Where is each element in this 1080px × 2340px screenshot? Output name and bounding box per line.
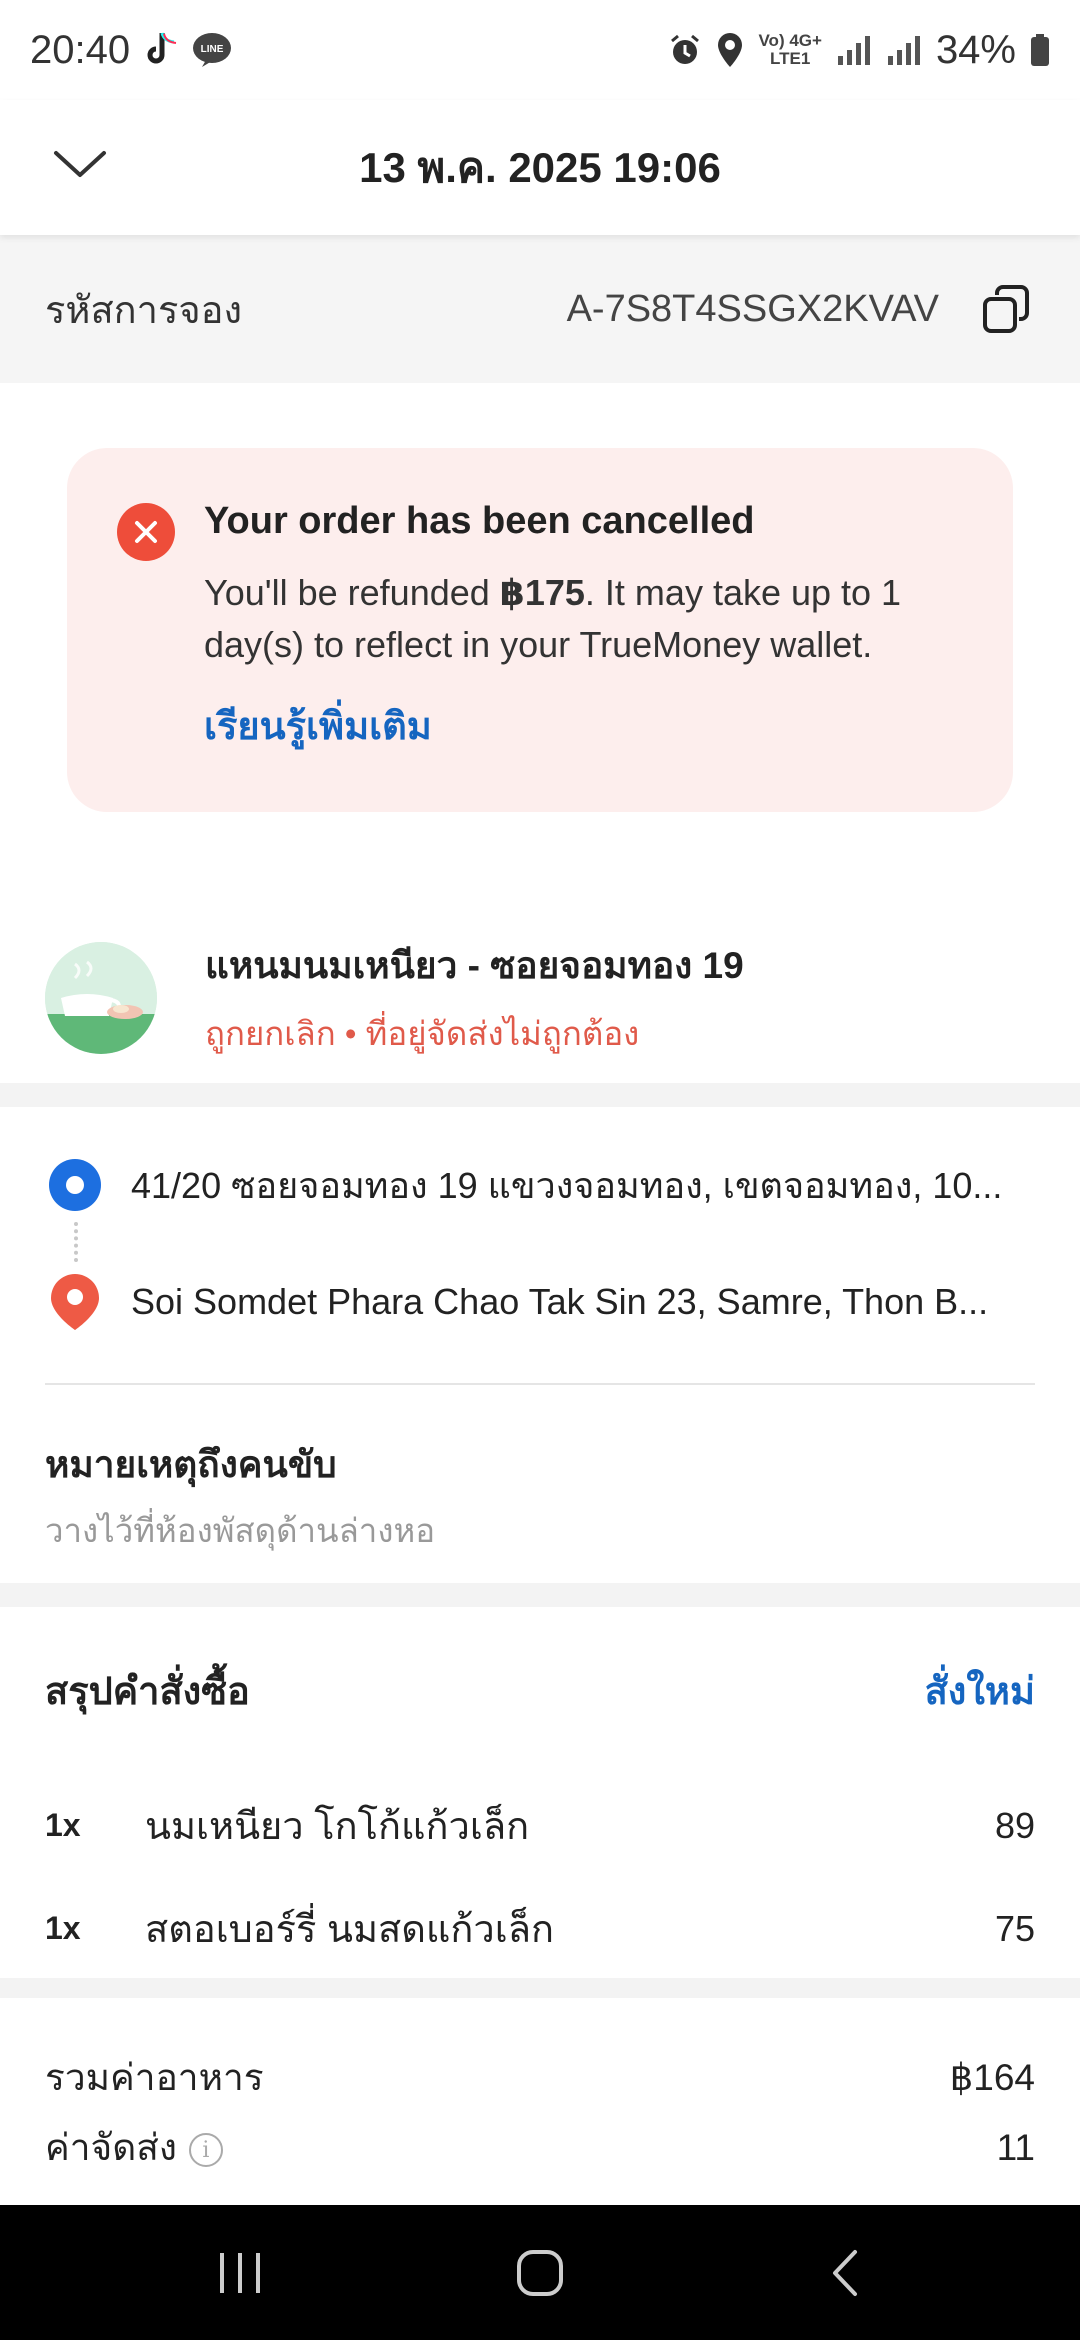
delivery-route: 41/20 ซอยจอมทอง 19 แขวงจอมทอง, เขตจอมทอง… [0, 1107, 1080, 1387]
order-summary-title: สรุปคำสั่งซื้อ [45, 1671, 250, 1713]
order-cancelled-card: Your order has been cancelled You'll be … [67, 448, 1013, 812]
copy-icon[interactable] [979, 281, 1035, 337]
merchant-row[interactable]: แหนมนมเหนียว - ซอยจอมทอง 19 ถูกยกเลิก • … [0, 910, 1080, 1085]
location-icon [716, 32, 744, 68]
route-connector [74, 1222, 78, 1262]
item-name: สตอเบอร์รี่ นมสดแก้วเล็ก [145, 1909, 555, 1951]
learn-more-link[interactable]: เรียนรู้เพิ่มเติม [204, 695, 973, 756]
delivery-fee-value: 11 [996, 2126, 1035, 2168]
section-divider [0, 1583, 1080, 1607]
error-close-icon [117, 503, 175, 561]
battery-percentage: 34% [935, 27, 1016, 72]
item-quantity: 1x [45, 1910, 81, 1946]
section-divider [0, 1083, 1080, 1107]
driver-note-text: วางไว้ที่ห้องพัสดุด้านล่างหอ [45, 1512, 436, 1549]
food-total-label: รวมค่าอาหาร [45, 2057, 264, 2098]
chevron-down-icon[interactable] [50, 135, 110, 195]
map-pin-icon [45, 1272, 105, 1332]
info-icon[interactable]: i [188, 2133, 223, 2168]
order-summary-header: สรุปคำสั่งซื้อ สั่งใหม่ [45, 1660, 1035, 1721]
home-icon[interactable] [500, 2205, 580, 2340]
status-time: 20:40 [30, 27, 131, 72]
pickup-dot-icon [45, 1155, 105, 1215]
line-app-icon: LINE [192, 32, 232, 68]
food-total-value: ฿164 [949, 2057, 1035, 2098]
tiktok-icon [144, 31, 178, 69]
app-header: 13 พ.ค. 2025 19:06 [0, 100, 1080, 235]
booking-code-value: A-7S8T4SSGX2KVAV [566, 287, 939, 330]
order-status-text: ถูกยกเลิก • ที่อยู่จัดส่งไม่ถูกต้อง [205, 1014, 640, 1052]
route-divider [45, 1383, 1035, 1385]
merchant-avatar [45, 941, 157, 1054]
system-navigation-bar [0, 2205, 1080, 2340]
dropoff-row: Soi Somdet Phara Chao Tak Sin 23, Samre,… [45, 1272, 1035, 1332]
booking-code-row: รหัสการจอง A-7S8T4SSGX2KVAV [0, 235, 1080, 383]
booking-code-label: รหัสการจอง [45, 289, 243, 332]
driver-note: หมายเหตุถึงคนขับ วางไว้ที่ห้องพัสดุด้านล… [45, 1435, 1035, 1557]
back-icon[interactable] [805, 2205, 885, 2340]
dropoff-address: Soi Somdet Phara Chao Tak Sin 23, Samre,… [131, 1281, 989, 1322]
refund-amount: ฿175 [499, 572, 585, 613]
cancel-title: Your order has been cancelled [204, 500, 755, 542]
order-item: 1x นมเหนียว โกโก้แก้วเล็ก 89 [45, 1795, 1035, 1856]
reorder-button[interactable]: สั่งใหม่ [925, 1660, 1035, 1721]
alarm-icon [668, 33, 702, 67]
merchant-name: แหนมนมเหนียว - ซอยจอมทอง 19 [205, 944, 744, 986]
signal-icon-2 [886, 34, 922, 66]
battery-icon [1030, 33, 1050, 67]
driver-note-title: หมายเหตุถึงคนขับ [45, 1444, 337, 1485]
order-item: 1x สตอเบอร์รี่ นมสดแก้วเล็ก 75 [45, 1898, 1035, 1959]
network-type-indicator: Vo) 4G+ LTE1 [758, 31, 822, 68]
status-bar: 20:40 LINE Vo) 4G+ LTE1 34% [0, 0, 1080, 100]
page-title: 13 พ.ค. 2025 19:06 [359, 143, 721, 191]
item-price: 89 [994, 1804, 1035, 1846]
item-price: 75 [994, 1907, 1035, 1949]
delivery-fee-row: ค่าจัดส่ง i 11 [45, 2118, 1035, 2177]
pickup-address: 41/20 ซอยจอมทอง 19 แขวงจอมทอง, เขตจอมทอง… [131, 1164, 1003, 1206]
item-name: นมเหนียว โกโก้แก้วเล็ก [145, 1806, 530, 1848]
section-divider [0, 1978, 1080, 1998]
recent-apps-icon[interactable] [200, 2205, 280, 2340]
cancel-message: You'll be refunded ฿175. It may take up … [204, 572, 902, 665]
signal-icon [836, 34, 872, 66]
food-total-row: รวมค่าอาหาร ฿164 [45, 2048, 1035, 2107]
item-quantity: 1x [45, 1807, 81, 1843]
svg-text:LINE: LINE [201, 44, 224, 55]
delivery-fee-label: ค่าจัดส่ง [45, 2127, 177, 2168]
pickup-row: 41/20 ซอยจอมทอง 19 แขวงจอมทอง, เขตจอมทอง… [45, 1155, 1035, 1215]
